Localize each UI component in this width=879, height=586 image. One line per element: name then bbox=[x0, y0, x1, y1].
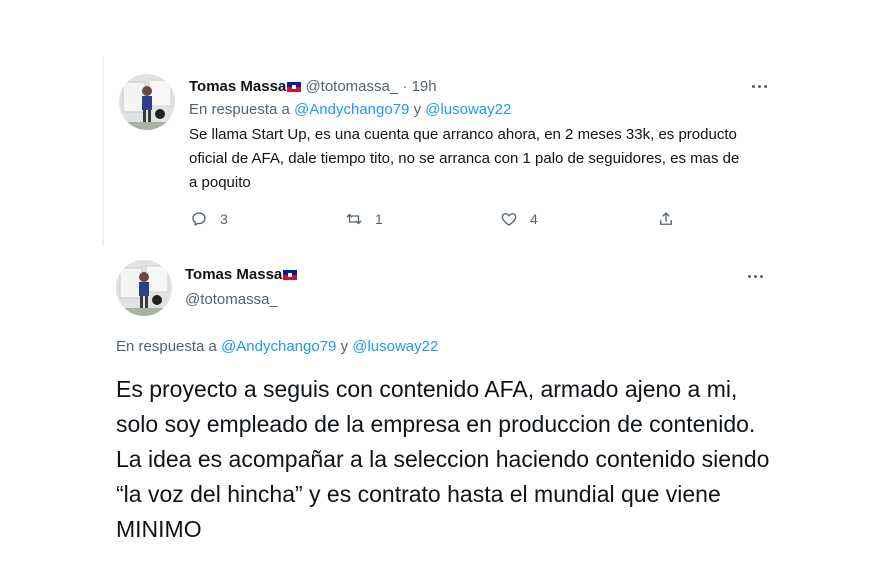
like-icon bbox=[501, 213, 517, 226]
in-reply-conj: y bbox=[340, 338, 349, 355]
share-icon bbox=[660, 212, 672, 225]
retweet-button[interactable]: 1 bbox=[345, 210, 383, 228]
mention-andychango79[interactable]: @Andychango79 bbox=[221, 338, 336, 355]
mention-lusoway22[interactable]: @lusoway22 bbox=[425, 101, 511, 118]
retweet-count: 1 bbox=[375, 211, 383, 227]
timestamp[interactable]: 19h bbox=[412, 78, 437, 95]
reply-count: 3 bbox=[220, 211, 228, 227]
tweet-text: Es proyecto a seguis con contenido AFA, … bbox=[116, 376, 770, 542]
author-handle[interactable]: @totomassa_ bbox=[185, 291, 278, 308]
reply-button[interactable]: 3 bbox=[190, 210, 228, 228]
author-handle[interactable]: @totomassa_ bbox=[305, 78, 398, 95]
tweet-text: Se llama Start Up, es una cuenta que arr… bbox=[189, 126, 740, 191]
avatar[interactable] bbox=[116, 260, 172, 316]
flag-haiti-icon bbox=[287, 82, 302, 93]
like-button[interactable]: 4 bbox=[500, 210, 538, 228]
flag-haiti-icon bbox=[283, 270, 298, 281]
share-button[interactable] bbox=[657, 210, 675, 228]
avatar[interactable] bbox=[119, 74, 175, 130]
author-block: Tomas Massa bbox=[185, 266, 298, 283]
in-reply-prefix: En respuesta a bbox=[116, 338, 217, 355]
avatar-image bbox=[116, 260, 172, 316]
thread-line bbox=[102, 56, 104, 246]
tweet-header: Tomas Massa @totomassa_ · 19h bbox=[189, 78, 437, 95]
in-reply-to: En respuesta a @Andychango79 y @lusoway2… bbox=[189, 101, 511, 118]
separator: · bbox=[402, 78, 408, 95]
in-reply-conj: y bbox=[413, 101, 422, 118]
more-dots-icon[interactable] bbox=[752, 85, 767, 88]
in-reply-to: En respuesta a @Andychango79 y @lusoway2… bbox=[116, 338, 438, 355]
in-reply-prefix: En respuesta a bbox=[189, 101, 290, 118]
mention-lusoway22[interactable]: @lusoway22 bbox=[352, 338, 438, 355]
more-dots-icon[interactable] bbox=[748, 275, 763, 278]
retweet-icon bbox=[346, 213, 362, 225]
author-name[interactable]: Tomas Massa bbox=[185, 266, 282, 283]
like-count: 4 bbox=[530, 211, 538, 227]
reply-icon bbox=[192, 212, 206, 227]
author-name[interactable]: Tomas Massa bbox=[189, 78, 286, 95]
avatar-image bbox=[119, 74, 175, 130]
mention-andychango79[interactable]: @Andychango79 bbox=[294, 101, 409, 118]
